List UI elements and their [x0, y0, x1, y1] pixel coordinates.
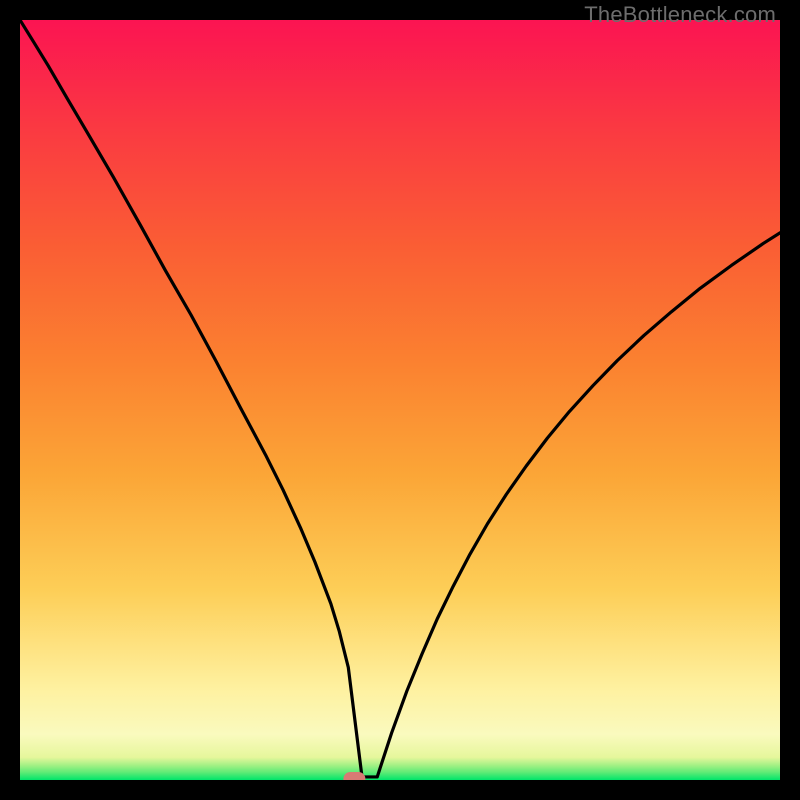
- watermark-text: TheBottleneck.com: [584, 2, 776, 28]
- bottleneck-chart: [20, 20, 780, 780]
- chart-frame: [20, 20, 780, 780]
- gradient-background: [20, 20, 780, 780]
- optimum-marker: [343, 772, 365, 780]
